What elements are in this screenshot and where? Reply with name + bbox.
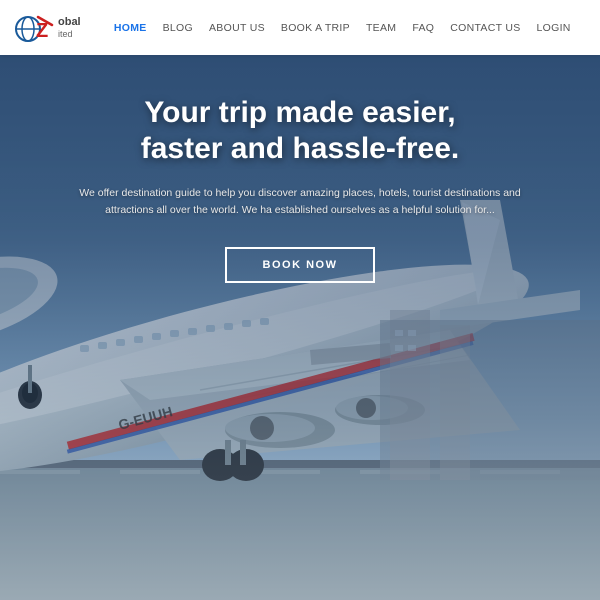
svg-text:Z: Z (36, 20, 48, 42)
hero-title: Your trip made easier, faster and hassle… (121, 95, 479, 167)
logo-text: obal ited (58, 16, 81, 40)
nav-about[interactable]: ABOUT US (201, 22, 273, 34)
hero-section: G-EUUH Your trip made easier, faster and… (0, 0, 600, 600)
nav-blog[interactable]: BLOG (155, 22, 201, 34)
hero-subtitle: We offer destination guide to help you d… (40, 185, 560, 219)
logo[interactable]: Z obal ited (14, 9, 81, 47)
nav-team[interactable]: TEAM (358, 22, 404, 34)
nav-faq[interactable]: FAQ (404, 22, 442, 34)
navbar: Z obal ited HOME BLOG ABOUT US BOOK A TR… (0, 0, 600, 55)
nav-home[interactable]: HOME (106, 22, 155, 34)
nav-contact[interactable]: CONTACT US (442, 22, 528, 34)
hero-content: Your trip made easier, faster and hassle… (0, 55, 600, 600)
book-now-button[interactable]: BOOK NOW (225, 247, 376, 283)
nav-login[interactable]: LOGIN (529, 22, 579, 34)
nav-book-trip[interactable]: BOOK A TRIP (273, 22, 358, 34)
nav-links: HOME BLOG ABOUT US BOOK A TRIP TEAM FAQ … (99, 22, 586, 34)
logo-icon: Z (14, 9, 54, 47)
